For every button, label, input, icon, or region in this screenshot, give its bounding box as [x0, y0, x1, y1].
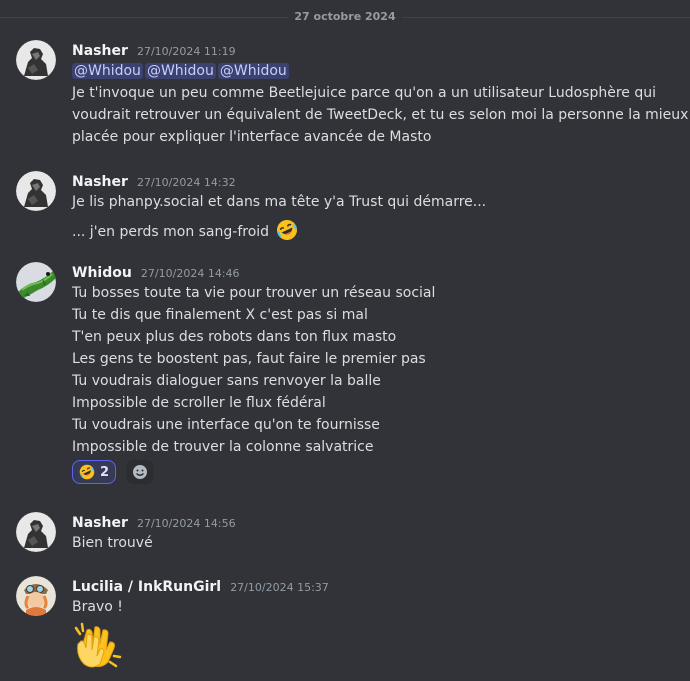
- message-text: ... j'en perds mon sang-froid: [72, 224, 270, 240]
- message-header: Nasher 27/10/2024 14:32: [72, 171, 236, 191]
- reactions-bar: 2: [72, 460, 155, 484]
- message-text: Bravo !: [72, 599, 123, 615]
- message-content: @Whidou @Whidou @Whidou Je t'invoque un pe…: [72, 60, 689, 148]
- message-header: Nasher 27/10/2024 11:19: [72, 40, 236, 60]
- message-text: Les gens te boostent pas, faut faire le …: [72, 351, 426, 367]
- user-mention[interactable]: @Whidou: [144, 63, 216, 79]
- message-text: Tu voudrais une interface qu'on te fourn…: [72, 417, 380, 433]
- smiley-add-reaction-icon: [132, 464, 148, 480]
- message-text: Je t'invoque un peu comme Beetlejuice pa…: [72, 85, 657, 101]
- avatar[interactable]: [16, 262, 56, 302]
- author-name[interactable]: Lucilia / InkRunGirl: [72, 579, 221, 595]
- message: Nasher 27/10/2024 14:32 Je lis phanpy.so…: [0, 171, 690, 241]
- message-text: Tu bosses toute ta vie pour trouver un r…: [72, 285, 436, 301]
- message-text: Bien trouvé: [72, 535, 153, 551]
- message-text: Impossible de trouver la colonne salvatr…: [72, 439, 374, 455]
- avatar[interactable]: [16, 576, 56, 616]
- message-text: Tu voudrais dialoguer sans renvoyer la b…: [72, 373, 381, 389]
- message-text: Tu te dis que finalement X c'est pas si …: [72, 307, 368, 323]
- reaction-rofl[interactable]: 2: [72, 460, 117, 484]
- rofl-emoji: [276, 219, 298, 248]
- author-name[interactable]: Nasher: [72, 515, 128, 531]
- message-text: voudrait retrouver un équivalent de Twee…: [72, 107, 689, 123]
- avatar[interactable]: [16, 171, 56, 211]
- message-header: Nasher 27/10/2024 14:56: [72, 512, 236, 532]
- author-name[interactable]: Nasher: [72, 174, 128, 190]
- clapping-hands-emoji: [70, 622, 122, 672]
- rofl-emoji: [79, 464, 95, 480]
- timestamp: 27/10/2024 15:37: [230, 581, 329, 594]
- message: Nasher 27/10/2024 11:19 @Whidou @Whidou @W…: [0, 40, 690, 150]
- message: Whidou 27/10/2024 14:46 Tu bosses toute …: [0, 262, 690, 492]
- message-text: T'en peux plus des robots dans ton flux …: [72, 329, 397, 345]
- message-text-line: ... j'en perds mon sang-froid: [72, 219, 674, 248]
- author-name[interactable]: Nasher: [72, 43, 128, 59]
- message-text: Je lis phanpy.social et dans ma tête y'a…: [72, 194, 487, 210]
- message-header: Lucilia / InkRunGirl 27/10/2024 15:37: [72, 576, 329, 596]
- message-header: Whidou 27/10/2024 14:46: [72, 262, 240, 282]
- message: Lucilia / InkRunGirl 27/10/2024 15:37 Br…: [0, 576, 690, 676]
- timestamp: 27/10/2024 11:19: [136, 45, 236, 58]
- user-mention[interactable]: @Whidou: [72, 63, 143, 79]
- date-divider: 27 octobre 2024: [288, 9, 402, 25]
- user-mention[interactable]: @Whidou: [217, 63, 289, 79]
- message: Nasher 27/10/2024 14:56 Bien trouvé: [0, 512, 690, 556]
- timestamp: 27/10/2024 14:46: [140, 267, 240, 280]
- message-text: placée pour expliquer l'interface avancé…: [72, 129, 432, 145]
- message-content: Je lis phanpy.social et dans ma tête y'a…: [72, 191, 674, 248]
- reaction-count: 2: [100, 464, 110, 480]
- message-content: Bravo !: [72, 596, 674, 618]
- message-content: Tu bosses toute ta vie pour trouver un r…: [72, 282, 674, 458]
- add-reaction-button[interactable]: [126, 460, 155, 484]
- author-name[interactable]: Whidou: [72, 265, 132, 281]
- avatar[interactable]: [16, 512, 56, 552]
- avatar[interactable]: [16, 40, 56, 80]
- timestamp: 27/10/2024 14:32: [136, 176, 236, 189]
- timestamp: 27/10/2024 14:56: [136, 517, 236, 530]
- message-text: Impossible de scroller le flux fédéral: [72, 395, 326, 411]
- mention-line: @Whidou @Whidou @Whidou: [72, 60, 674, 82]
- message-content: Bien trouvé: [72, 532, 674, 554]
